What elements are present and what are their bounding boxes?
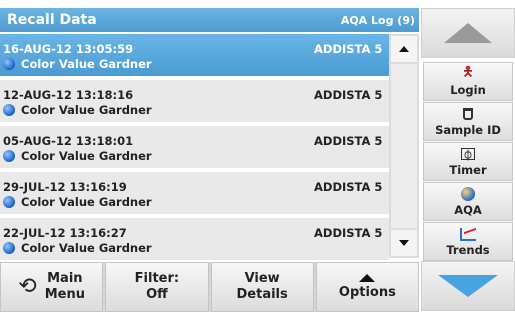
- record-parameter: Color Value Gardner: [3, 103, 152, 117]
- parameter-label: Color Value Gardner: [21, 103, 152, 117]
- arrow-up-icon: [444, 23, 492, 43]
- timer-button[interactable]: ⏀ Timer: [423, 142, 513, 181]
- filter-label: Filter: Off: [135, 271, 179, 303]
- trend-chart-icon: [460, 227, 476, 241]
- record-sample: ADDISTA 5: [314, 226, 383, 240]
- trends-button[interactable]: Trends: [423, 222, 513, 261]
- filter-button[interactable]: Filter: Off: [105, 262, 209, 312]
- view-details-button[interactable]: View Details: [210, 262, 314, 312]
- page-up-button[interactable]: [421, 8, 515, 58]
- arrow-down-icon: [438, 275, 498, 297]
- log-label: AQA Log (9): [340, 13, 415, 27]
- record-sample: ADDISTA 5: [314, 42, 383, 56]
- parameter-icon: [3, 196, 15, 208]
- parameter-label: Color Value Gardner: [21, 195, 152, 209]
- bottom-toolbar: ⟲ Main Menu Filter: Off View Details Option…: [0, 262, 419, 312]
- main-menu-label: Main Menu: [45, 271, 85, 303]
- record-date: 05-AUG-12 13:18:01: [3, 134, 134, 148]
- login-label: Login: [450, 83, 486, 97]
- main-menu-label-line1: Main: [47, 271, 83, 286]
- main-menu-label-line2: Menu: [44, 287, 85, 302]
- view-label-line2: Details: [236, 287, 288, 302]
- person-icon: 🯅: [462, 65, 474, 80]
- timer-icon: ⏀: [461, 148, 475, 162]
- options-button[interactable]: Options: [315, 262, 419, 312]
- page-title: Recall Data: [7, 12, 97, 28]
- login-button[interactable]: 🯅 Login: [423, 62, 513, 101]
- record-parameter: Color Value Gardner: [3, 57, 152, 71]
- sample-id-button[interactable]: Sample ID: [423, 102, 513, 141]
- parameter-label: Color Value Gardner: [21, 241, 152, 255]
- record-date: 12-AUG-12 13:18:16: [3, 88, 134, 102]
- options-label: Options: [338, 284, 396, 300]
- parameter-icon: [3, 58, 15, 70]
- filter-label-line2: Off: [146, 287, 168, 302]
- record-parameter: Color Value Gardner: [3, 149, 152, 163]
- parameter-label: Color Value Gardner: [21, 149, 152, 163]
- record-sample: ADDISTA 5: [314, 180, 383, 194]
- scroll-down-button[interactable]: [391, 230, 417, 256]
- view-label-line1: View: [244, 271, 280, 286]
- arrow-up-icon: [359, 273, 376, 282]
- aqa-label: AQA: [454, 203, 482, 217]
- record-sample: ADDISTA 5: [314, 88, 383, 102]
- timer-label: Timer: [449, 163, 487, 177]
- list-item[interactable]: 05-AUG-12 13:18:01 Color Value Gardner A…: [0, 126, 389, 170]
- list-item[interactable]: 29-JUL-12 13:16:19 Color Value Gardner A…: [0, 172, 389, 216]
- record-parameter: Color Value Gardner: [3, 195, 152, 209]
- trends-label: Trends: [446, 243, 490, 257]
- main-menu-button[interactable]: ⟲ Main Menu: [0, 262, 104, 312]
- record-list: 16-AUG-12 13:05:59 Color Value Gardner A…: [0, 34, 389, 262]
- list-item[interactable]: 16-AUG-12 13:05:59 Color Value Gardner A…: [0, 34, 389, 78]
- parameter-icon: [3, 104, 15, 116]
- view-details-label: View Details: [237, 271, 288, 303]
- sample-id-label: Sample ID: [435, 123, 501, 137]
- aqa-button[interactable]: AQA: [423, 182, 513, 221]
- parameter-icon: [3, 150, 15, 162]
- globe-icon: [461, 187, 475, 201]
- back-arrow-icon: ⟲: [18, 274, 37, 299]
- record-date: 22-JUL-12 13:16:27: [3, 226, 127, 240]
- parameter-label: Color Value Gardner: [21, 57, 152, 71]
- list-item[interactable]: 12-AUG-12 13:18:16 Color Value Gardner A…: [0, 80, 389, 124]
- record-date: 16-AUG-12 13:05:59: [3, 42, 134, 56]
- record-date: 29-JUL-12 13:16:19: [3, 180, 127, 194]
- scroll-up-button[interactable]: [391, 36, 417, 62]
- record-sample: ADDISTA 5: [314, 134, 383, 148]
- sample-jar-icon: [463, 108, 473, 120]
- title-bar: Recall Data AQA Log (9): [0, 8, 419, 32]
- parameter-icon: [3, 242, 15, 254]
- list-item[interactable]: 22-JUL-12 13:16:27 Color Value Gardner A…: [0, 218, 389, 262]
- filter-label-line1: Filter:: [134, 271, 180, 286]
- right-panel: 🯅 Login Sample ID ⏀ Timer AQA Trends: [421, 8, 515, 312]
- record-parameter: Color Value Gardner: [3, 241, 152, 255]
- page-down-button[interactable]: [421, 261, 515, 311]
- list-scrollbar[interactable]: [389, 34, 419, 258]
- arrow-up-icon: [399, 46, 409, 52]
- arrow-down-icon: [399, 240, 409, 246]
- scroll-track[interactable]: [391, 64, 417, 228]
